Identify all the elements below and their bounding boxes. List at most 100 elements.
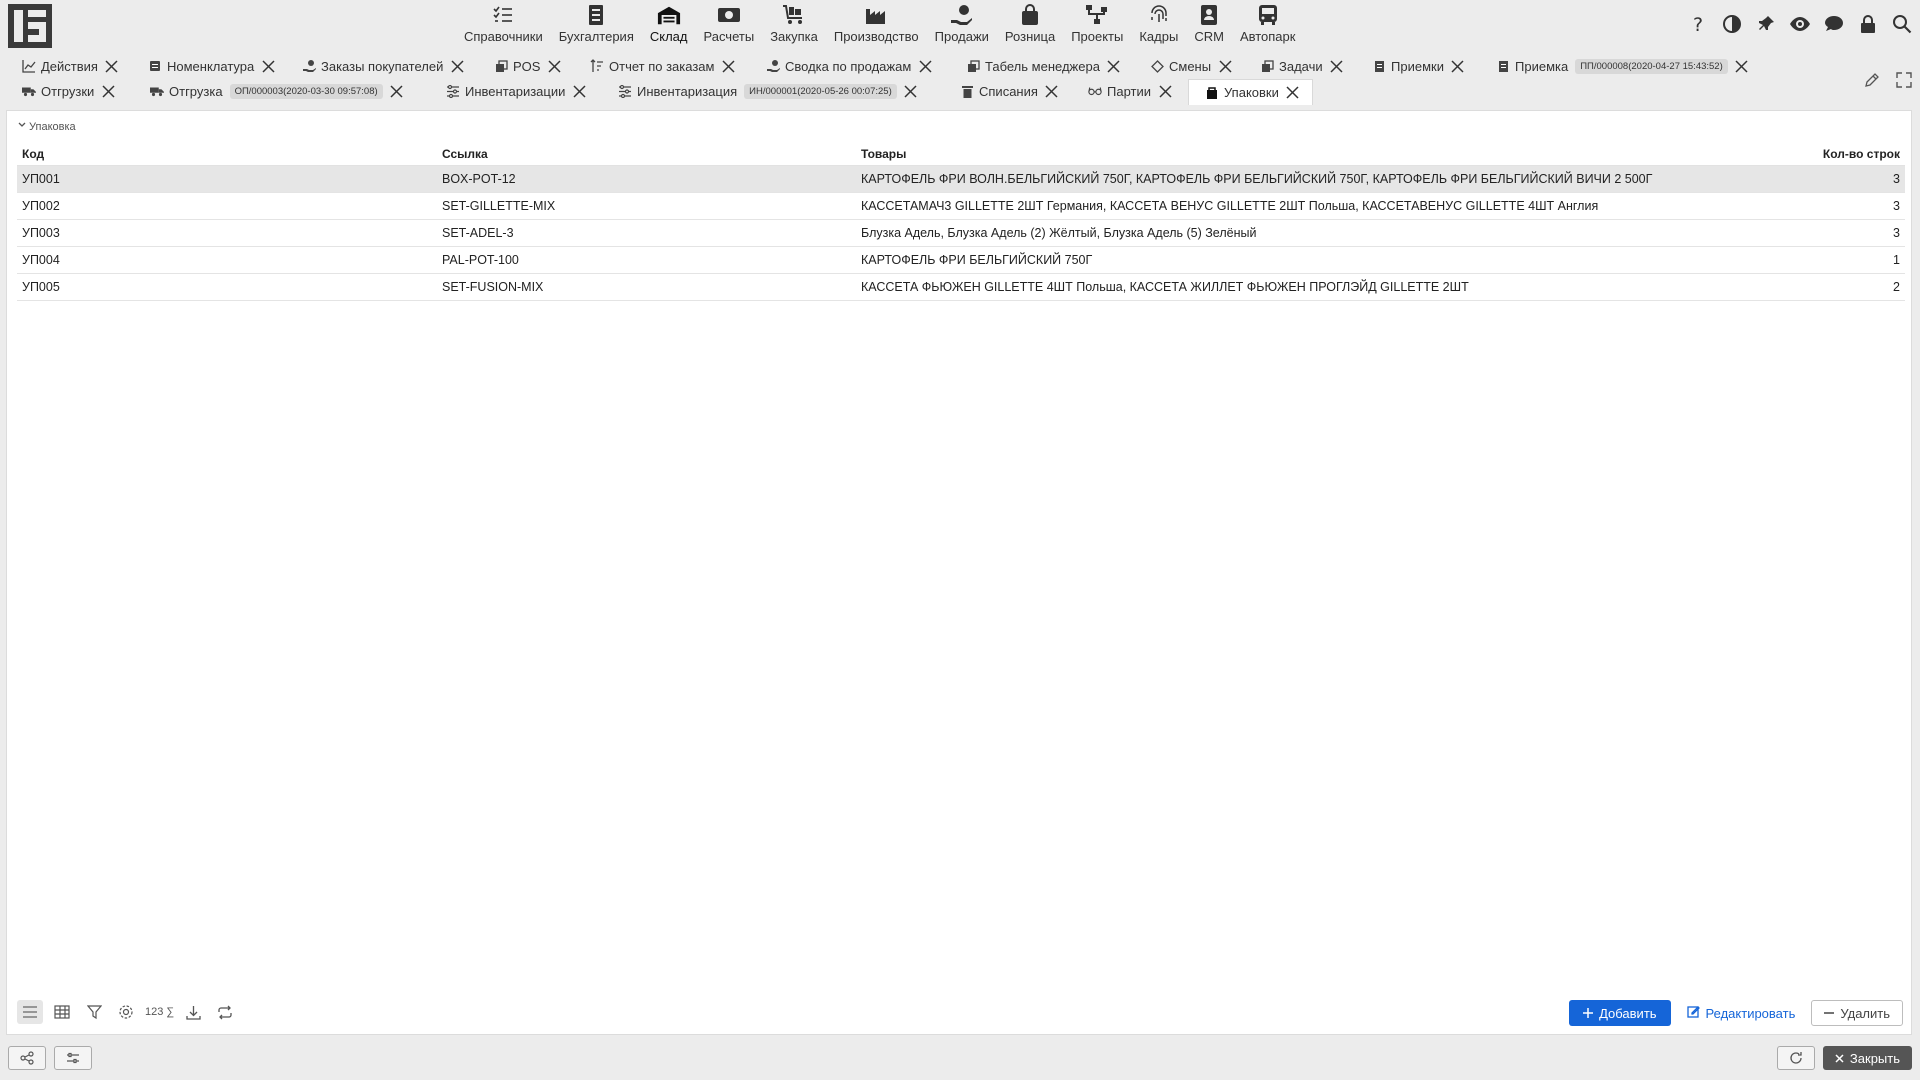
close-icon[interactable] <box>1286 86 1300 100</box>
catalog-icon <box>148 59 162 73</box>
edit-button[interactable]: Редактировать <box>1681 1000 1802 1026</box>
tab-tasks[interactable]: Задачи <box>1260 54 1344 78</box>
nav-item-production[interactable]: Производство <box>826 0 927 50</box>
add-button[interactable]: Добавить <box>1569 1000 1671 1026</box>
eye-icon[interactable] <box>1788 12 1812 36</box>
tab-shipments[interactable]: Отгрузки <box>22 79 115 103</box>
tab-nomenclature[interactable]: Номенклатура <box>148 54 275 78</box>
tab-receipts[interactable]: Приемки <box>1372 54 1465 78</box>
table-row[interactable]: УП002 SET-GILLETTE-MIX КАССЕТАМАЧ3 GILLE… <box>17 192 1905 220</box>
document-icon <box>1372 59 1386 73</box>
edit-button-label: Редактировать <box>1705 1005 1796 1021</box>
filter-icon[interactable] <box>81 1000 107 1024</box>
tab-batches[interactable]: Партии <box>1088 79 1172 103</box>
close-button-label: Закрыть <box>1849 1050 1900 1066</box>
refresh-cycle-icon[interactable] <box>212 1000 238 1024</box>
tab-shifts[interactable]: Смены <box>1150 54 1232 78</box>
column-header-code[interactable]: Код <box>17 143 437 166</box>
settings-gear-icon[interactable] <box>113 1000 139 1024</box>
app-logo[interactable] <box>8 4 52 48</box>
money-icon <box>717 3 741 27</box>
edit-icon <box>1686 1005 1700 1021</box>
close-icon[interactable] <box>1451 59 1465 73</box>
chat-icon[interactable] <box>1822 12 1846 36</box>
nav-item-purchase[interactable]: Закупка <box>762 0 826 50</box>
delete-button-label: Удалить <box>1840 1005 1890 1021</box>
nav-item-references[interactable]: Справочники <box>456 0 551 50</box>
tab-receipt[interactable]: Приемка ПП/000008(2020-04-27 15:43:52) <box>1496 54 1749 78</box>
close-icon[interactable] <box>261 59 275 73</box>
checklist-icon <box>491 3 515 27</box>
cell-goods: КАРТОФЕЛЬ ФРИ БЕЛЬГИЙСКИЙ 750Г <box>856 246 1756 274</box>
tab-inventories[interactable]: Инвентаризации <box>446 79 586 103</box>
close-icon[interactable] <box>547 59 561 73</box>
close-button[interactable]: Закрыть <box>1822 1046 1912 1070</box>
close-icon[interactable] <box>450 59 464 73</box>
refresh-icon[interactable] <box>1776 1046 1815 1070</box>
nav-item-projects[interactable]: Проекты <box>1063 0 1131 50</box>
cell-reference: BOX-POT-12 <box>437 165 856 193</box>
sum-button[interactable]: 123 ∑ <box>145 1000 174 1024</box>
table-row[interactable]: УП001 BOX-POT-12 КАРТОФЕЛЬ ФРИ ВОЛН.БЕЛЬ… <box>17 165 1905 193</box>
cell-goods: КАССЕТАМАЧ3 GILLETTE 2ШТ Германия, КАССЕ… <box>856 192 1756 220</box>
tab-sales-summary[interactable]: Сводка по продажам <box>766 54 932 78</box>
fullscreen-icon[interactable] <box>1892 68 1916 92</box>
close-icon[interactable] <box>1735 59 1749 73</box>
table-row[interactable]: УП004 PAL-POT-100 КАРТОФЕЛЬ ФРИ БЕЛЬГИЙС… <box>17 246 1905 274</box>
nav-item-accounting[interactable]: Бухгалтерия <box>551 0 642 50</box>
tab-actions[interactable]: Действия <box>22 54 119 78</box>
nav-item-hr[interactable]: Кадры <box>1131 0 1186 50</box>
nav-label: Склад <box>649 29 688 44</box>
column-header-line-count[interactable]: Кол-во строк <box>1756 143 1905 166</box>
main-nav: Справочники Бухгалтерия Склад Расчеты За… <box>456 0 1303 50</box>
table-row[interactable]: УП005 SET-FUSION-MIX КАССЕТА ФЬЮЖЕН GILL… <box>17 273 1905 301</box>
tab-pos[interactable]: POS <box>494 54 561 78</box>
tab-customer-orders[interactable]: Заказы покупателей <box>302 54 464 78</box>
nav-item-retail[interactable]: Розница <box>997 0 1063 50</box>
nav-item-sales[interactable]: Продажи <box>927 0 997 50</box>
pin-icon[interactable] <box>1754 12 1778 36</box>
close-icon[interactable] <box>1107 59 1121 73</box>
nav-label: Розница <box>1004 29 1056 44</box>
section-header[interactable]: Упаковка <box>17 120 76 133</box>
pencil-icon[interactable] <box>1860 68 1884 92</box>
project-tree-icon <box>1085 3 1109 27</box>
close-icon[interactable] <box>105 59 119 73</box>
nav-label: CRM <box>1194 29 1224 44</box>
close-icon[interactable] <box>1218 59 1232 73</box>
table-row[interactable]: УП003 SET-ADEL-3 Блузка Адель, Блузка Ад… <box>17 219 1905 247</box>
adjustments-icon[interactable] <box>54 1046 92 1070</box>
tab-manager-timesheet[interactable]: Табель менеджера <box>966 54 1121 78</box>
contrast-icon[interactable] <box>1720 12 1744 36</box>
tab-label: Приемки <box>1391 58 1444 74</box>
tab-shipment[interactable]: Отгрузка ОП/000003(2020-03-30 09:57:08) <box>150 79 404 103</box>
close-icon[interactable] <box>1158 84 1172 98</box>
column-header-goods[interactable]: Товары <box>856 143 1756 166</box>
help-icon[interactable]: ? <box>1686 12 1710 36</box>
close-icon[interactable] <box>918 59 932 73</box>
close-icon[interactable] <box>1330 59 1344 73</box>
lock-icon[interactable] <box>1856 12 1880 36</box>
close-icon[interactable] <box>390 84 404 98</box>
close-icon[interactable] <box>1045 84 1059 98</box>
close-icon[interactable] <box>572 84 586 98</box>
nav-item-fleet[interactable]: Автопарк <box>1232 0 1304 50</box>
close-icon[interactable] <box>101 84 115 98</box>
nav-item-payments[interactable]: Расчеты <box>695 0 762 50</box>
nav-item-warehouse[interactable]: Склад <box>642 0 696 50</box>
cart-icon <box>782 3 806 27</box>
nav-item-crm[interactable]: CRM <box>1186 0 1232 50</box>
close-icon[interactable] <box>904 84 918 98</box>
tab-orders-report[interactable]: Отчет по заказам <box>590 54 735 78</box>
download-icon[interactable] <box>180 1000 206 1024</box>
column-header-reference[interactable]: Ссылка <box>437 143 856 166</box>
tab-writeoffs[interactable]: Списания <box>960 79 1059 103</box>
list-view-icon[interactable] <box>17 1000 43 1024</box>
close-icon[interactable] <box>721 59 735 73</box>
search-icon[interactable] <box>1890 12 1914 36</box>
share-icon[interactable] <box>8 1046 46 1070</box>
tab-inventory[interactable]: Инвентаризация ИН/000001(2020-05-26 00:0… <box>618 79 918 103</box>
tab-packages[interactable]: Упаковки <box>1188 79 1313 105</box>
grid-view-icon[interactable] <box>49 1000 75 1024</box>
delete-button[interactable]: Удалить <box>1811 1000 1903 1026</box>
